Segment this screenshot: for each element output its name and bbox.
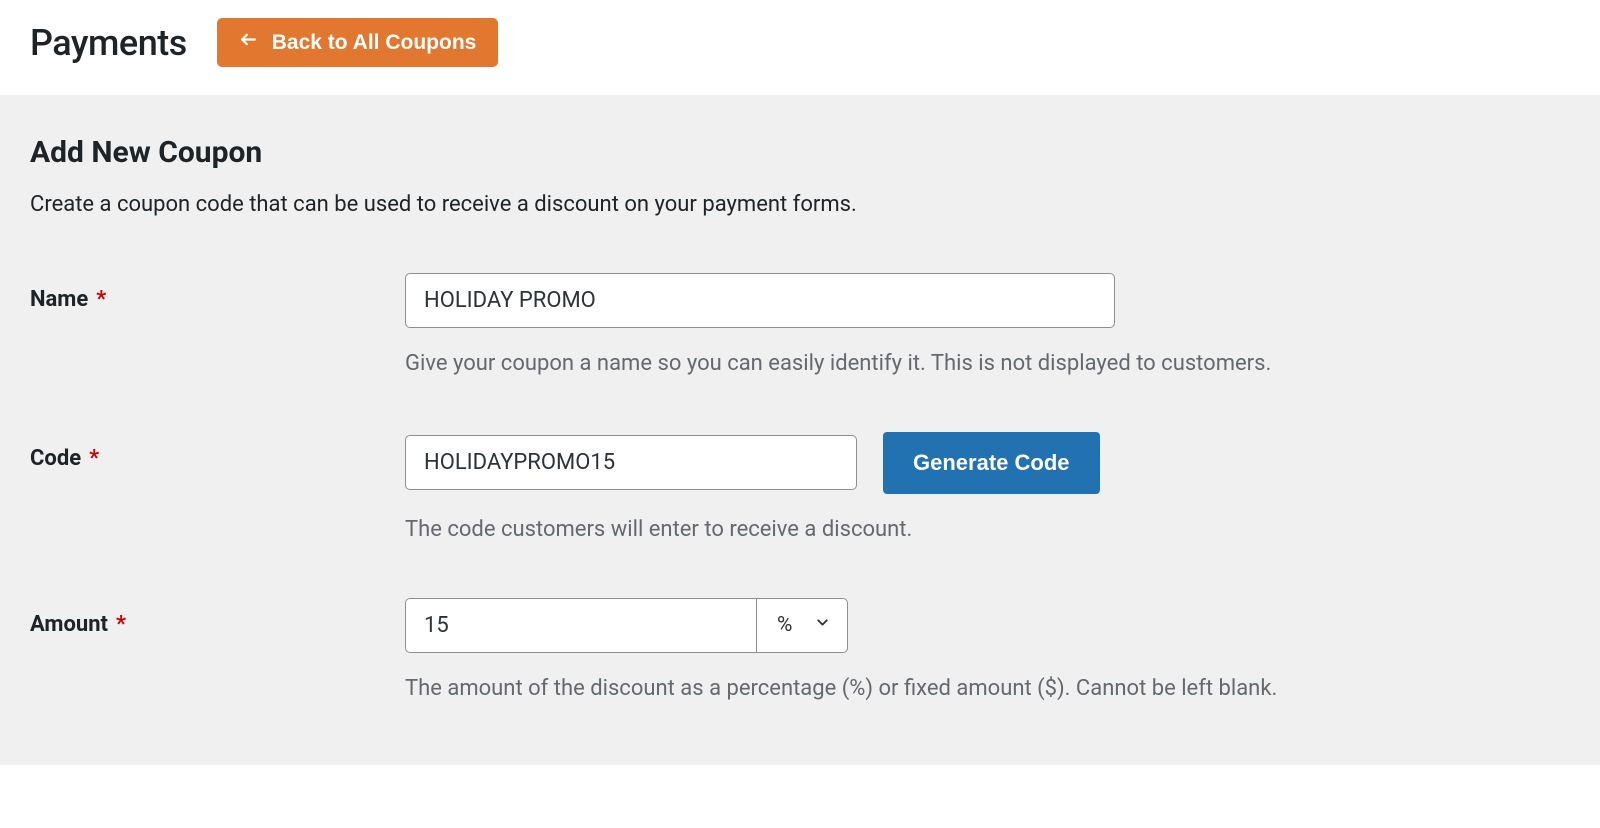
amount-label: Amount * — [30, 598, 405, 637]
name-label-text: Name — [30, 287, 88, 312]
back-button-label: Back to All Coupons — [272, 31, 477, 55]
arrow-left-icon — [239, 30, 258, 55]
code-label-text: Code — [30, 446, 81, 471]
required-indicator: * — [116, 612, 126, 637]
required-indicator: * — [96, 287, 106, 312]
amount-unit-value: % — [777, 613, 792, 637]
required-indicator: * — [89, 446, 99, 471]
section-subtitle: Create a coupon code that can be used to… — [30, 192, 1570, 217]
name-input[interactable] — [405, 273, 1115, 328]
code-help-text: The code customers will enter to receive… — [405, 514, 1570, 546]
amount-field-row: Amount * % The amount of the discount as … — [30, 598, 1570, 705]
code-field-row: Code * Generate Code The code customers w… — [30, 432, 1570, 546]
amount-input[interactable] — [405, 598, 756, 653]
name-help-text: Give your coupon a name so you can easil… — [405, 348, 1570, 380]
generate-code-button[interactable]: Generate Code — [883, 432, 1100, 494]
code-input[interactable] — [405, 435, 857, 490]
section-title: Add New Coupon — [30, 135, 1570, 170]
page-title: Payments — [30, 22, 187, 64]
amount-help-text: The amount of the discount as a percenta… — [405, 673, 1570, 705]
name-field-row: Name * Give your coupon a name so you can… — [30, 273, 1570, 380]
chevron-down-icon — [814, 613, 831, 637]
amount-input-group: % — [405, 598, 848, 653]
code-label: Code * — [30, 432, 405, 471]
content-area: Add New Coupon Create a coupon code that… — [0, 95, 1600, 765]
amount-unit-select[interactable]: % — [756, 598, 848, 653]
name-label: Name * — [30, 273, 405, 312]
back-to-coupons-button[interactable]: Back to All Coupons — [217, 18, 499, 67]
amount-label-text: Amount — [30, 612, 108, 637]
top-bar: Payments Back to All Coupons — [0, 0, 1600, 95]
